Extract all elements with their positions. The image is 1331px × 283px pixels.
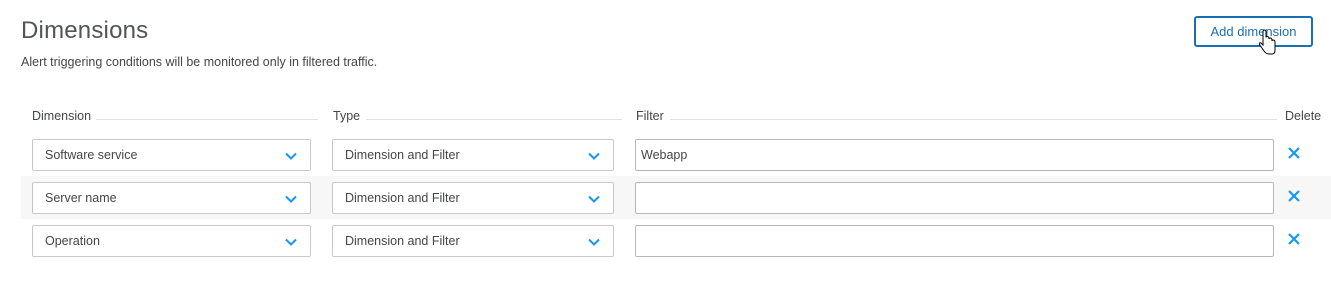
type-select-value: Dimension and Filter [345,148,460,162]
dimension-select[interactable]: Server name [32,182,311,214]
dimension-select[interactable]: Software service [32,139,311,171]
dimension-select-value: Operation [45,234,100,248]
column-header-dimension: Dimension [32,109,92,123]
header-divider [366,119,622,120]
chevron-down-icon [285,152,297,160]
chevron-down-icon [285,238,297,246]
column-header-delete: Delete [1285,109,1322,123]
column-header-type: Type [333,109,361,123]
dimension-select[interactable]: Operation [32,225,311,257]
type-select[interactable]: Dimension and Filter [332,225,614,257]
type-select-value: Dimension and Filter [345,191,460,205]
column-header-filter: Filter [636,109,664,123]
type-select[interactable]: Dimension and Filter [332,182,614,214]
section-subtitle: Alert triggering conditions will be moni… [21,55,378,69]
close-icon[interactable] [1287,189,1301,203]
type-select[interactable]: Dimension and Filter [332,139,614,171]
chevron-down-icon [588,195,600,203]
chevron-down-icon [588,152,600,160]
section-title: Dimensions [21,17,149,44]
filter-input[interactable]: Webapp [635,139,1274,171]
dimension-select-value: Server name [45,191,117,205]
filter-input-value: Webapp [641,148,688,162]
header-divider [670,119,1277,120]
dimension-select-value: Software service [45,148,138,162]
close-icon[interactable] [1287,146,1301,160]
chevron-down-icon [588,238,600,246]
add-dimension-button[interactable]: Add dimension [1194,16,1313,47]
hand-pointer-icon [1258,29,1276,55]
close-icon[interactable] [1287,232,1301,246]
chevron-down-icon [285,195,297,203]
type-select-value: Dimension and Filter [345,234,460,248]
header-divider [96,119,318,120]
filter-input[interactable] [635,182,1274,214]
filter-input[interactable] [635,225,1274,257]
